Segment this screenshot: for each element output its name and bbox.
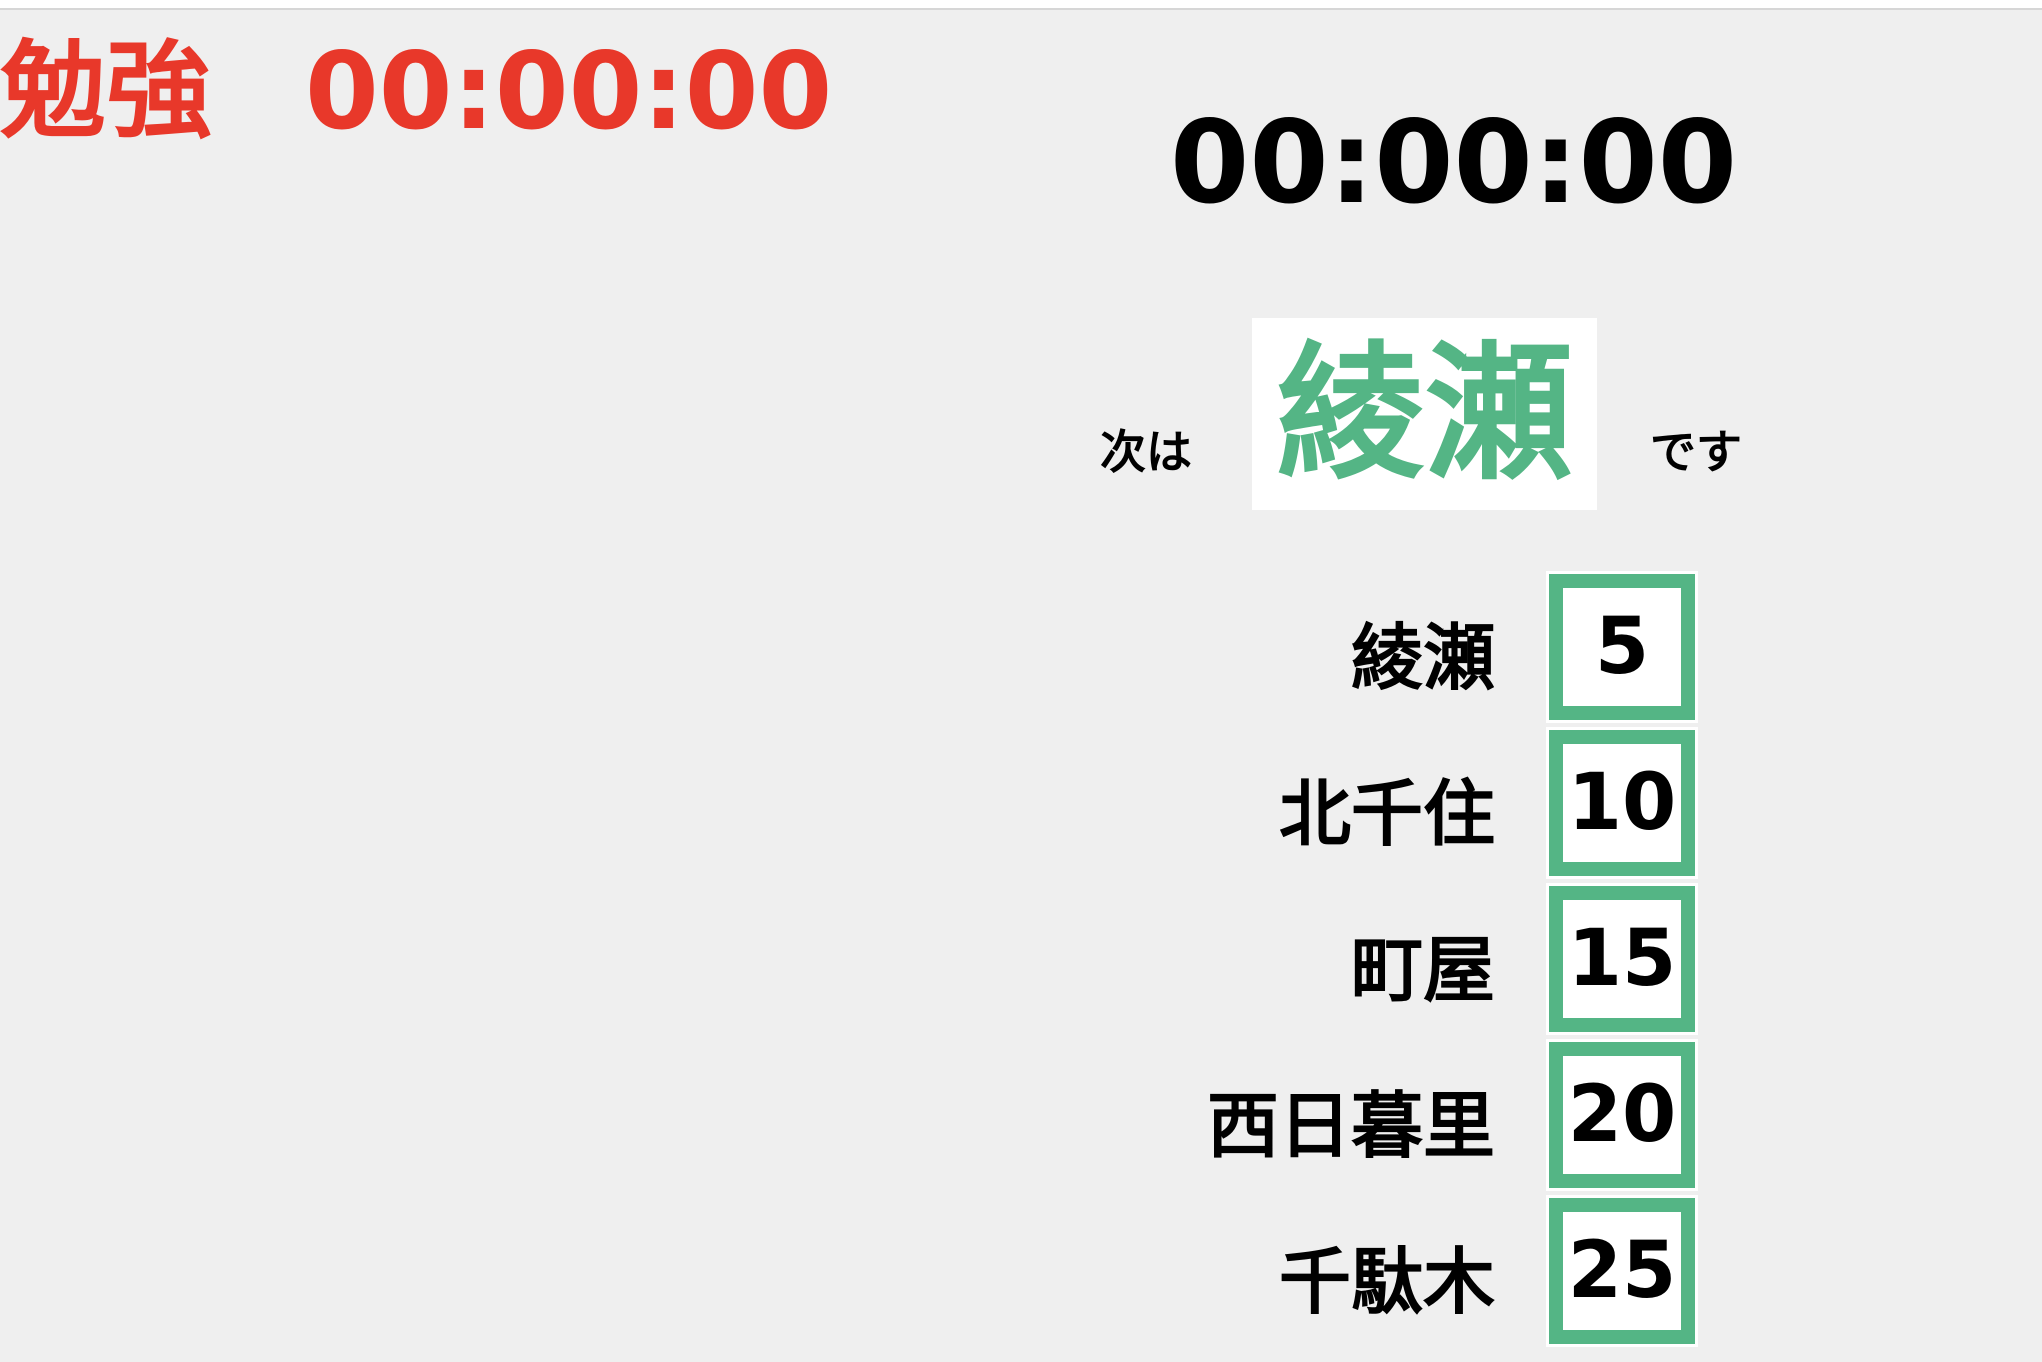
minute-value: 5 — [1594, 602, 1650, 692]
minute-value: 25 — [1567, 1226, 1677, 1316]
next-station-box: 綾瀬 — [1252, 318, 1597, 510]
mode-label: 勉強 — [0, 30, 212, 153]
station-name: 千駄木 — [1278, 1239, 1495, 1324]
minute-box: 10 — [1546, 727, 1698, 879]
schedule-row: 綾瀬 5 — [1220, 571, 1700, 729]
minute-value: 10 — [1567, 758, 1677, 848]
schedule-row: 町屋 15 — [1220, 883, 1700, 1041]
minute-box: 20 — [1546, 1039, 1698, 1191]
next-prefix: 次は — [1100, 425, 1192, 479]
minute-box: 5 — [1546, 571, 1698, 723]
station-name: 町屋 — [1350, 927, 1495, 1012]
schedule-row: 西日暮里 20 — [1207, 1039, 1700, 1197]
top-border — [0, 0, 2042, 10]
minute-value: 20 — [1567, 1070, 1677, 1160]
minute-value: 15 — [1567, 914, 1677, 1004]
minute-box: 15 — [1546, 883, 1698, 1035]
station-name: 北千住 — [1278, 771, 1495, 856]
station-schedule: 綾瀬 5 北千住 10 町屋 15 西日暮里 20 千駄木 25 — [1207, 571, 1700, 1353]
mode-timer: 00:00:00 — [305, 30, 833, 153]
station-name: 西日暮里 — [1206, 1083, 1495, 1168]
station-name: 綾瀬 — [1350, 615, 1495, 700]
schedule-row: 千駄木 25 — [1220, 1195, 1700, 1353]
main-timer: 00:00:00 — [1170, 96, 1738, 229]
next-suffix: です — [1650, 425, 1742, 479]
minute-box: 25 — [1546, 1195, 1698, 1347]
next-station-name: 綾瀬 — [1276, 328, 1573, 500]
schedule-row: 北千住 10 — [1220, 727, 1700, 885]
